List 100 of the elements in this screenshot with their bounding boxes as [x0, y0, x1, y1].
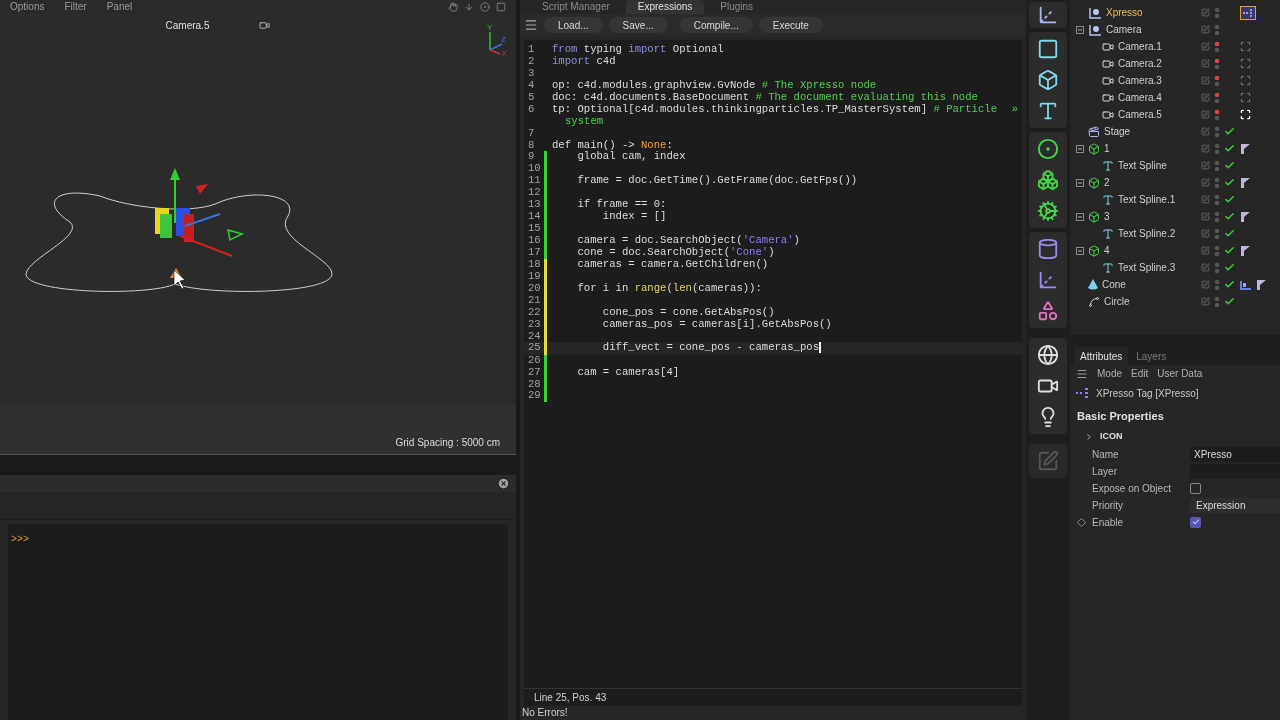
layer-icon[interactable]: [1200, 42, 1210, 51]
layer-icon[interactable]: [1200, 161, 1210, 170]
check-icon[interactable]: [1223, 194, 1235, 205]
uvw-tag-icon[interactable]: [1240, 279, 1252, 290]
menu-item[interactable]: Panel: [106, 2, 133, 12]
object-name[interactable]: Camera: [1106, 22, 1142, 37]
object-name[interactable]: 1: [1104, 141, 1110, 156]
object-name[interactable]: 2: [1104, 175, 1110, 190]
gear-icon[interactable]: [1037, 200, 1059, 222]
check-icon[interactable]: [1223, 211, 1235, 222]
layer-icon[interactable]: [1200, 25, 1210, 34]
collapse-icon[interactable]: [1076, 246, 1084, 255]
object-name[interactable]: Text Spline: [1118, 158, 1167, 173]
panel-tab[interactable]: Attributes: [1074, 347, 1129, 365]
layer-icon[interactable]: [1200, 178, 1210, 187]
square-icon[interactable]: [1037, 38, 1059, 60]
object-name[interactable]: Cone: [1102, 277, 1126, 292]
object-name[interactable]: Camera.5: [1118, 107, 1162, 122]
visibility-dots[interactable]: [1214, 176, 1220, 189]
object-name[interactable]: 4: [1104, 243, 1110, 258]
visibility-dots[interactable]: [1214, 108, 1220, 121]
menu-item[interactable]: Options: [10, 2, 45, 12]
cube-icon[interactable]: [1037, 69, 1059, 91]
checkbox[interactable]: [1190, 482, 1201, 494]
arrow-down-icon[interactable]: [464, 2, 474, 12]
layer-icon[interactable]: [1200, 59, 1210, 68]
visibility-dots[interactable]: [1214, 125, 1220, 138]
visibility-dots[interactable]: [1214, 91, 1220, 104]
check-icon[interactable]: [1223, 143, 1235, 154]
object-name[interactable]: Camera.1: [1118, 39, 1162, 54]
menu-icon[interactable]: [524, 18, 538, 32]
check-icon[interactable]: [1223, 296, 1235, 307]
visibility-dots[interactable]: [1214, 40, 1220, 53]
menu-item[interactable]: Filter: [64, 2, 87, 12]
visibility-dots[interactable]: [1214, 6, 1220, 19]
globe-icon[interactable]: [1037, 344, 1059, 366]
layer-icon[interactable]: [1200, 195, 1210, 204]
check-icon[interactable]: [1223, 177, 1235, 188]
visibility-dots[interactable]: [1214, 23, 1220, 36]
check-icon[interactable]: [1223, 279, 1235, 290]
collapse-icon[interactable]: [1076, 212, 1084, 221]
object-name[interactable]: Camera.3: [1118, 73, 1162, 88]
text-icon[interactable]: [1037, 100, 1059, 122]
toolbar-button[interactable]: Compile...: [679, 17, 753, 33]
menu-item[interactable]: User Data: [1157, 366, 1203, 381]
code-editor[interactable]: [524, 40, 1022, 688]
layer-icon[interactable]: [1200, 110, 1210, 119]
edit-icon[interactable]: [1037, 450, 1059, 472]
checkbox[interactable]: [1190, 516, 1201, 528]
axis-icon[interactable]: [1037, 4, 1059, 26]
layer-icon[interactable]: [1200, 229, 1210, 238]
object-name[interactable]: 3: [1104, 209, 1110, 224]
circle-dot-icon[interactable]: [1037, 138, 1059, 160]
text-field[interactable]: XPresso: [1190, 446, 1280, 462]
visibility-dots[interactable]: [1214, 244, 1220, 257]
blocks-icon[interactable]: [1037, 169, 1059, 191]
check-icon[interactable]: [1223, 228, 1235, 239]
visibility-dots[interactable]: [1214, 227, 1220, 240]
object-name[interactable]: Text Spline.1: [1118, 192, 1176, 207]
material-tag-icon[interactable]: [1240, 211, 1251, 222]
panel-tab[interactable]: Layers: [1130, 347, 1173, 365]
close-icon[interactable]: [497, 477, 510, 490]
object-name[interactable]: Stage: [1104, 124, 1131, 139]
panel-tab[interactable]: Expressions: [625, 0, 705, 14]
hand-icon[interactable]: [448, 2, 458, 12]
visibility-dots[interactable]: [1214, 57, 1220, 70]
group-title[interactable]: ICON: [1100, 430, 1123, 444]
material-tag-icon[interactable]: [1256, 279, 1267, 290]
visibility-dots[interactable]: [1214, 278, 1220, 291]
object-name[interactable]: Text Spline.3: [1118, 260, 1176, 275]
layer-icon[interactable]: [1200, 76, 1210, 85]
collapse-icon[interactable]: [1076, 144, 1084, 153]
camera-icon[interactable]: [259, 20, 271, 31]
panel-tab[interactable]: Plugins: [708, 0, 766, 14]
layer-icon[interactable]: [1200, 280, 1210, 289]
visibility-dots[interactable]: [1214, 261, 1220, 274]
toolbar-button[interactable]: Save...: [608, 17, 668, 33]
target-tag-icon[interactable]: [1240, 109, 1251, 120]
visibility-dots[interactable]: [1214, 142, 1220, 155]
axis-icon[interactable]: [1037, 269, 1059, 291]
layer-icon[interactable]: [1200, 93, 1210, 102]
material-tag-icon[interactable]: [1240, 143, 1251, 154]
menu-item[interactable]: Edit: [1131, 366, 1149, 381]
material-tag-icon[interactable]: [1240, 177, 1251, 188]
object-name[interactable]: Xpresso: [1106, 5, 1143, 20]
layer-icon[interactable]: [1200, 127, 1210, 136]
menu-item[interactable]: Mode: [1097, 366, 1122, 381]
check-icon[interactable]: [1223, 245, 1235, 256]
layer-icon[interactable]: [1200, 246, 1210, 255]
shapes-icon[interactable]: [1037, 300, 1059, 322]
menu-icon[interactable]: [1076, 367, 1088, 380]
object-name[interactable]: Circle: [1104, 294, 1130, 309]
layer-icon[interactable]: [1200, 263, 1210, 272]
collapse-icon[interactable]: [1076, 25, 1084, 34]
circle-dot-icon[interactable]: [480, 2, 490, 12]
object-name[interactable]: Camera.4: [1118, 90, 1162, 105]
toolbar-button[interactable]: Load...: [544, 17, 603, 33]
panel-tab[interactable]: Script Manager: [530, 0, 622, 14]
visibility-dots[interactable]: [1214, 210, 1220, 223]
dropdown[interactable]: Expression: [1190, 497, 1280, 513]
